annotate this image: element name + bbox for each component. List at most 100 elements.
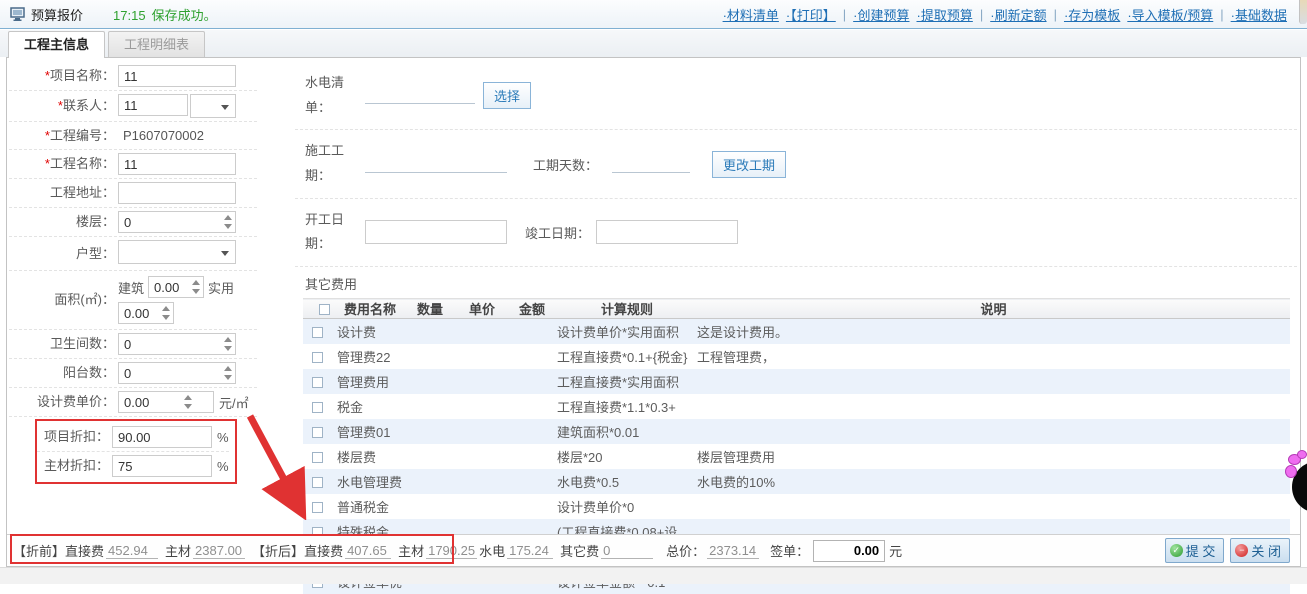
change-duration-button[interactable]: 更改工期 <box>712 151 786 178</box>
contact-input[interactable] <box>118 94 188 116</box>
toolbar-link[interactable]: ·创建预算 <box>853 5 909 24</box>
project-name-label: 项目名称： <box>50 68 115 83</box>
duration-days-label: 工期天数： <box>533 155 598 174</box>
form-row-area: 面积(㎡)： 建筑 实用 <box>9 271 257 330</box>
duration-days-input[interactable] <box>612 156 690 173</box>
area-build-spinner[interactable] <box>192 280 200 294</box>
contact-dropdown[interactable] <box>190 94 236 118</box>
scrollbar-stub[interactable] <box>1299 0 1307 24</box>
row-checkbox[interactable] <box>312 477 323 488</box>
fee-qty <box>403 419 457 444</box>
toolbar-divider: | <box>843 7 846 22</box>
toolbar-link[interactable]: ·基础数据 <box>1231 5 1287 24</box>
house-type-label: 户型： <box>9 245 115 263</box>
direct-fee-label: 直接费 <box>304 541 343 560</box>
row-checkbox[interactable] <box>312 377 323 388</box>
project-discount-input[interactable] <box>112 426 212 448</box>
house-type-select[interactable] <box>118 240 236 264</box>
spinner-up-icon <box>162 306 170 311</box>
toolbar-links: ·材料清单·【打印】|·创建预算·提取预算|·刷新定额|·存为模板·导入模板/预… <box>723 5 1297 24</box>
area-use-spinner[interactable] <box>162 306 170 320</box>
toolbar-link[interactable]: ·提取预算 <box>917 5 973 24</box>
content-panel: *项目名称： *联系人： *工程编号： P1607070002 *工程名称： 工… <box>6 57 1301 567</box>
fee-row[interactable]: 楼层费 楼层*20 楼层管理费用 <box>303 444 1290 469</box>
total-label: 总价： <box>666 541 705 560</box>
toolbar-link[interactable]: ·存为模板 <box>1064 5 1120 24</box>
save-status: 17:15 保存成功。 <box>113 5 217 24</box>
row-checkbox[interactable] <box>312 452 323 463</box>
fee-qty <box>403 369 457 394</box>
check-icon: ✓ <box>1170 544 1183 557</box>
row-checkbox[interactable] <box>312 327 323 338</box>
bathrooms-input[interactable] <box>118 333 236 355</box>
fee-row[interactable]: 普通税金 设计费单价*0 <box>303 494 1290 519</box>
post-discount-label: 【折后】 <box>252 541 304 560</box>
fee-price <box>457 469 507 494</box>
select-all-checkbox[interactable] <box>319 304 330 315</box>
hydro-select-button[interactable]: 选择 <box>483 82 531 109</box>
fee-row[interactable]: 管理费用 工程直接费*实用面积 <box>303 369 1290 394</box>
fee-qty <box>403 494 457 519</box>
row-checkbox[interactable] <box>312 402 323 413</box>
project-name-input[interactable] <box>118 65 236 87</box>
fee-name: 税金 <box>337 394 403 419</box>
material-discount-label: 主材折扣： <box>37 457 109 475</box>
duration-label: 施工工期： <box>305 139 357 188</box>
fee-qty <box>403 469 457 494</box>
fee-amount <box>507 494 557 519</box>
toolbar-link[interactable]: ·导入模板/预算 <box>1127 5 1213 24</box>
fee-amount <box>507 319 557 344</box>
fee-note: 水电费的10% <box>697 469 1290 494</box>
submit-button[interactable]: ✓提 交 <box>1165 538 1225 563</box>
row-checkbox[interactable] <box>312 352 323 363</box>
fee-row[interactable]: 管理费01 建筑面积*0.01 <box>303 419 1290 444</box>
address-input[interactable] <box>118 182 236 204</box>
col-header-name: 费用名称 <box>337 299 403 319</box>
material-discount-input[interactable] <box>112 455 212 477</box>
sign-amount-input[interactable] <box>813 540 885 562</box>
fee-price <box>457 344 507 369</box>
form-row-project-code: *工程编号： P1607070002 <box>9 122 257 150</box>
tab-detail-sheet[interactable]: 工程明细表 <box>108 31 205 57</box>
col-header-rule: 计算规则 <box>557 299 697 319</box>
fee-row[interactable]: 设计费 设计费单价*实用面积 这是设计费用。 <box>303 319 1290 344</box>
hydro-label: 水电 <box>479 541 505 560</box>
status-message: 保存成功。 <box>152 8 217 23</box>
post-material-value: 1790.25 <box>426 543 477 559</box>
hydro-list-input[interactable] <box>365 87 475 104</box>
fee-name: 管理费22 <box>337 344 403 369</box>
spinner-up-icon <box>224 366 232 371</box>
project-title-input[interactable] <box>118 153 236 175</box>
design-fee-label: 设计费单价： <box>9 393 115 411</box>
fee-row[interactable]: 管理费22 工程直接费*0.1+{税金} 工程管理费， <box>303 344 1290 369</box>
bathrooms-spinner[interactable] <box>224 337 232 351</box>
tab-main-info[interactable]: 工程主信息 <box>8 31 105 58</box>
fee-row[interactable]: 水电管理费 水电费*0.5 水电费的10% <box>303 469 1290 494</box>
fee-name: 普通税金 <box>337 494 403 519</box>
row-checkbox[interactable] <box>312 427 323 438</box>
fee-row[interactable]: 税金 工程直接费*1.1*0.3+ <box>303 394 1290 419</box>
top-bar: 预算报价 17:15保存成功。 ·材料清单·【打印】|·创建预算·提取预算|·刷… <box>0 0 1307 29</box>
balconies-input[interactable] <box>118 362 236 384</box>
floor-input[interactable] <box>118 211 236 233</box>
status-time: 17:15 <box>113 8 146 23</box>
fee-rule: 建筑面积*0.01 <box>557 419 697 444</box>
toolbar-link[interactable]: ·刷新定额 <box>990 5 1046 24</box>
toolbar-link[interactable]: ·材料清单 <box>723 5 779 24</box>
start-date-input[interactable] <box>365 220 507 244</box>
row-checkbox[interactable] <box>312 502 323 513</box>
design-fee-spinner[interactable] <box>184 395 192 409</box>
design-fee-input[interactable] <box>118 391 214 413</box>
close-button[interactable]: −关 闭 <box>1230 538 1290 563</box>
toolbar-link[interactable]: ·【打印】 <box>786 5 836 24</box>
end-date-input[interactable] <box>596 220 738 244</box>
floor-spinner[interactable] <box>224 215 232 229</box>
address-label: 工程地址： <box>9 184 115 202</box>
fee-name: 水电管理费 <box>337 469 403 494</box>
totals-bar: 【折前】 直接费 452.94 主材 2387.00 【折后】 直接费 407.… <box>7 534 1300 566</box>
row-dates: 开工日期： 竣工日期： <box>295 199 1297 267</box>
fee-qty <box>403 319 457 344</box>
material-label: 主材 <box>398 541 424 560</box>
balconies-spinner[interactable] <box>224 366 232 380</box>
duration-input[interactable] <box>365 156 507 173</box>
